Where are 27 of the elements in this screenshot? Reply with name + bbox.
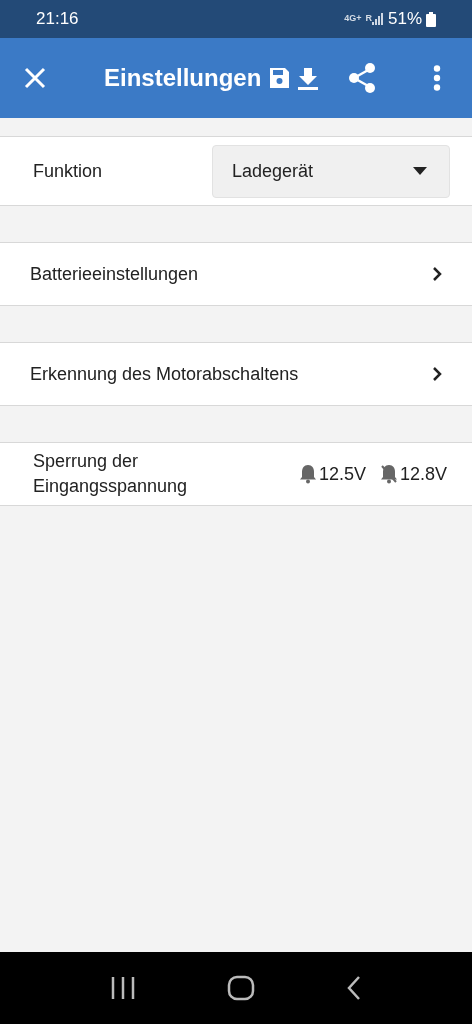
network-type: 4G+ [344,12,362,26]
alarm-threshold: 12.5V [318,462,366,486]
share-icon[interactable] [348,63,376,93]
settings-link-row[interactable]: Batterieeinstellungen [0,242,472,306]
dropdown-caret-icon [413,167,427,175]
chevron-right-icon [432,366,442,382]
setting-label: Sperrung der Eingangsspannung [33,450,189,498]
bell-icon [298,464,317,484]
clock: 21:16 [36,8,79,31]
more-options-icon[interactable] [433,65,441,91]
save-icon[interactable] [267,66,292,90]
bell-off-icon [379,464,398,484]
home-icon[interactable] [227,975,255,1001]
close-icon[interactable] [24,67,46,89]
function-dropdown[interactable]: Ladegerät [212,144,450,198]
download-icon[interactable] [297,66,320,90]
screen-title: Einstellungen [104,63,262,93]
recent-apps-icon[interactable] [109,976,136,1000]
signal-icon [371,13,384,25]
roaming-indicator: R [365,12,372,26]
back-icon[interactable] [346,975,363,1001]
chevron-right-icon [432,266,442,282]
battery-level: 51% [387,8,422,31]
field-label: Funktion [33,159,103,183]
battery-icon [426,11,436,27]
settings-link-row[interactable]: Erkennung des Motorabschaltens [0,342,472,406]
clear-threshold: 12.8V [399,462,447,486]
